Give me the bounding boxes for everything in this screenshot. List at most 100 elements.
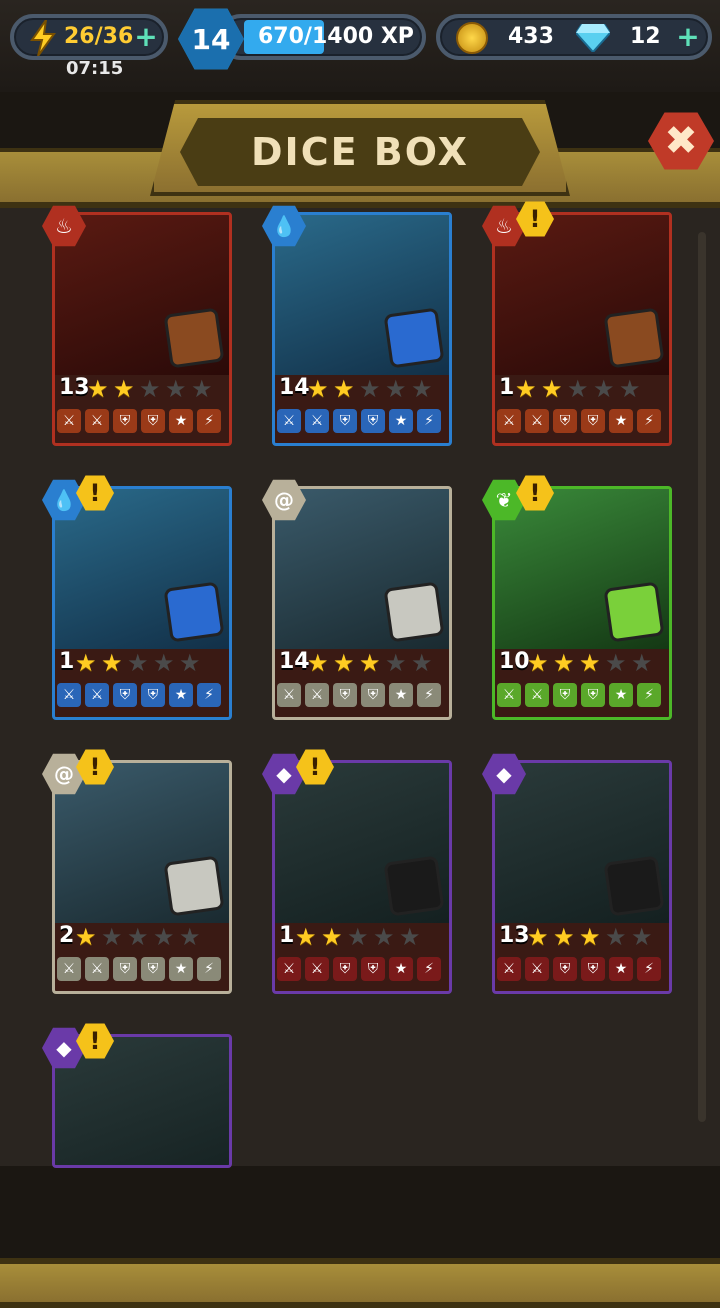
- dice-card[interactable]: 1 ★ ★ ★ ★ ★ ⚔ ⚔ ⛨ ⛨ ★ ⚡: [492, 212, 672, 446]
- dice-icon: [383, 581, 445, 643]
- energy-timer: 07:15: [66, 58, 124, 79]
- dice-face-icon: ⛨: [553, 683, 577, 707]
- dice-card[interactable]: 2 ★ ★ ★ ★ ★ ⚔ ⚔ ⛨ ⛨ ★ ⚡: [52, 760, 232, 994]
- star-empty-icon: ★: [347, 923, 369, 951]
- star-empty-icon: ★: [411, 375, 433, 403]
- card-level: 10: [499, 649, 530, 674]
- star-filled-icon: ★: [579, 649, 601, 677]
- star-empty-icon: ★: [165, 375, 187, 403]
- dice-face-icon: ⛨: [361, 409, 385, 433]
- star-rating: ★ ★ ★ ★ ★: [307, 651, 435, 675]
- star-filled-icon: ★: [101, 649, 123, 677]
- dice-card[interactable]: 1 ★ ★ ★ ★ ★ ⚔ ⚔ ⛨ ⛨ ★ ⚡: [272, 760, 452, 994]
- dice-face-icon: ★: [389, 409, 413, 433]
- dice-face-icon: ⛨: [553, 957, 577, 981]
- star-empty-icon: ★: [101, 923, 123, 951]
- star-rating: ★ ★ ★ ★ ★: [515, 377, 643, 401]
- dice-face-icon: ⛨: [333, 409, 357, 433]
- star-empty-icon: ★: [567, 375, 589, 403]
- dice-face-icon: ★: [389, 957, 413, 981]
- star-filled-icon: ★: [359, 649, 381, 677]
- dice-face-icon: ⛨: [141, 683, 165, 707]
- star-empty-icon: ★: [385, 649, 407, 677]
- star-rating: ★ ★ ★ ★ ★: [295, 925, 423, 949]
- star-empty-icon: ★: [127, 649, 149, 677]
- dice-card[interactable]: 14 ★ ★ ★ ★ ★ ⚔ ⚔ ⛨ ⛨ ★ ⚡: [272, 486, 452, 720]
- star-empty-icon: ★: [411, 649, 433, 677]
- dice-face-icon: ⚔: [277, 683, 301, 707]
- dice-card[interactable]: 1 ★ ★ ★ ★ ★ ⚔ ⚔ ⛨ ⛨ ★ ⚡: [52, 486, 232, 720]
- dice-faces: ⚔ ⚔ ⛨ ⛨ ★ ⚡: [277, 683, 441, 707]
- dice-face-icon: ⚔: [497, 957, 521, 981]
- gem-value: 12: [630, 24, 661, 49]
- star-empty-icon: ★: [373, 923, 395, 951]
- star-filled-icon: ★: [307, 375, 329, 403]
- card-level: 2: [59, 923, 75, 948]
- dice-face-icon: ⚔: [305, 957, 329, 981]
- star-empty-icon: ★: [605, 649, 627, 677]
- star-rating: ★ ★ ★ ★ ★: [87, 377, 215, 401]
- dice-face-icon: ★: [389, 683, 413, 707]
- dice-face-icon: ⚡: [197, 957, 221, 981]
- dice-face-icon: ⛨: [113, 409, 137, 433]
- top-bar: 26/36 + 07:15 670/1400 XP 14 433 12 +: [0, 0, 720, 92]
- star-filled-icon: ★: [321, 923, 343, 951]
- dice-face-icon: ★: [169, 957, 193, 981]
- star-empty-icon: ★: [179, 649, 201, 677]
- xp-bar: 670/1400 XP: [218, 14, 426, 60]
- dice-faces: ⚔ ⚔ ⛨ ⛨ ★ ⚡: [57, 409, 221, 433]
- add-gems-button[interactable]: +: [676, 23, 700, 51]
- dice-card[interactable]: 10 ★ ★ ★ ★ ★ ⚔ ⚔ ⛨ ⛨ ★ ⚡: [492, 486, 672, 720]
- dice-card[interactable]: 13 ★ ★ ★ ★ ★ ⚔ ⚔ ⛨ ⛨ ★ ⚡: [52, 212, 232, 446]
- dice-face-icon: ⚔: [305, 683, 329, 707]
- dice-icon: [383, 307, 445, 369]
- dice-face-icon: ⚔: [85, 683, 109, 707]
- dice-icon: [603, 855, 665, 917]
- dice-face-icon: ⚔: [525, 409, 549, 433]
- dice-face-icon: ⚡: [637, 683, 661, 707]
- dice-faces: ⚔ ⚔ ⛨ ⛨ ★ ⚡: [497, 957, 661, 981]
- dice-face-icon: ⛨: [333, 683, 357, 707]
- dice-face-icon: ⚔: [57, 409, 81, 433]
- coin-icon: [456, 22, 488, 54]
- dice-face-icon: ⛨: [333, 957, 357, 981]
- dice-card[interactable]: 14 ★ ★ ★ ★ ★ ⚔ ⚔ ⛨ ⛨ ★ ⚡: [272, 212, 452, 446]
- energy-counter[interactable]: 26/36 +: [10, 14, 168, 60]
- star-filled-icon: ★: [527, 923, 549, 951]
- dice-face-icon: ⛨: [113, 957, 137, 981]
- dice-face-icon: ⛨: [581, 409, 605, 433]
- dice-icon: [383, 855, 445, 917]
- star-empty-icon: ★: [631, 923, 653, 951]
- star-empty-icon: ★: [139, 375, 161, 403]
- star-empty-icon: ★: [631, 649, 653, 677]
- diamond-icon: [576, 24, 610, 52]
- dice-face-icon: ⚔: [277, 409, 301, 433]
- dice-face-icon: ⚡: [417, 957, 441, 981]
- scrollbar[interactable]: [698, 232, 706, 1122]
- star-filled-icon: ★: [515, 375, 537, 403]
- dice-icon: [163, 581, 225, 643]
- dice-faces: ⚔ ⚔ ⛨ ⛨ ★ ⚡: [497, 409, 661, 433]
- dice-icon: [163, 855, 225, 917]
- star-filled-icon: ★: [75, 923, 97, 951]
- star-filled-icon: ★: [75, 649, 97, 677]
- dice-face-icon: ⚔: [85, 409, 109, 433]
- dice-face-icon: ★: [609, 683, 633, 707]
- energy-value: 26/36: [64, 24, 134, 49]
- star-filled-icon: ★: [307, 649, 329, 677]
- dice-card[interactable]: 13 ★ ★ ★ ★ ★ ⚔ ⚔ ⛨ ⛨ ★ ⚡: [492, 760, 672, 994]
- dice-face-icon: ⚔: [305, 409, 329, 433]
- star-filled-icon: ★: [87, 375, 109, 403]
- currency-counter[interactable]: 433 12 +: [436, 14, 712, 60]
- card-level: 13: [59, 375, 90, 400]
- dice-face-icon: ⚡: [417, 683, 441, 707]
- close-icon: ✖: [664, 118, 698, 164]
- card-level: 1: [279, 923, 295, 948]
- dice-face-icon: ★: [609, 409, 633, 433]
- star-filled-icon: ★: [553, 649, 575, 677]
- dice-faces: ⚔ ⚔ ⛨ ⛨ ★ ⚡: [57, 683, 221, 707]
- xp-value: 670/1400 XP: [258, 24, 414, 49]
- add-energy-button[interactable]: +: [134, 23, 158, 51]
- card-level: 14: [279, 649, 310, 674]
- dice-face-icon: ⚡: [417, 409, 441, 433]
